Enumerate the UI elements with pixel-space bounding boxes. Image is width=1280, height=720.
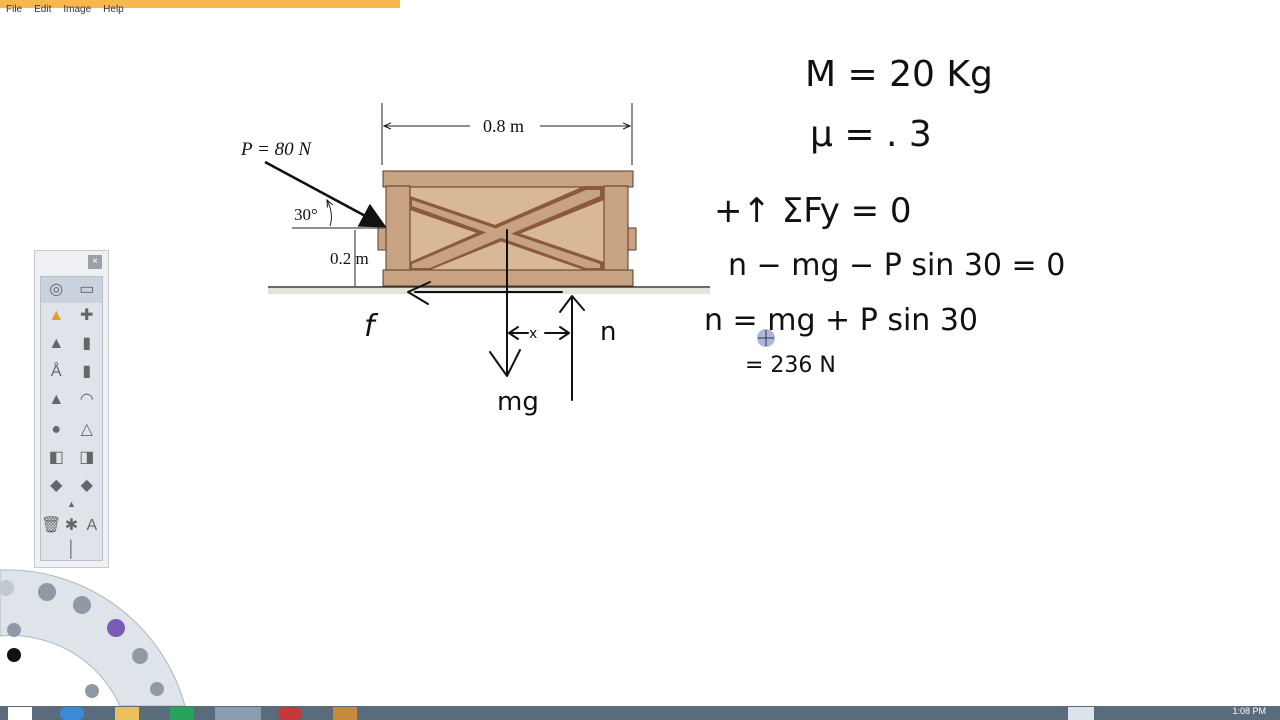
fill-shape-icon[interactable]: ◆ <box>76 475 98 497</box>
palette-row: ▲ <box>41 497 102 511</box>
system-clock[interactable]: 1:08 PM <box>1232 706 1266 716</box>
weight-arrow-head <box>489 349 521 377</box>
insert-icon[interactable]: ✱ <box>61 515 81 537</box>
menu-file[interactable]: File <box>6 4 22 18</box>
drop-icon[interactable]: ● <box>45 419 67 441</box>
eraser-area-icon[interactable]: ◨ <box>76 447 98 469</box>
trash-icon[interactable]: 🗑 <box>41 515 61 537</box>
palette-row: ● △ <box>41 417 102 443</box>
cone-icon[interactable]: △ <box>76 419 98 441</box>
pen-icon[interactable]: ▲ <box>45 333 67 355</box>
palette-row: │ <box>41 537 102 563</box>
friction-label: f <box>364 309 379 344</box>
radial-tool-menu[interactable] <box>0 569 186 706</box>
equation-2: n = mg + P sin 30 <box>704 303 978 338</box>
mu-equation: μ = . 3 <box>810 114 932 155</box>
menu-image[interactable]: Image <box>63 4 91 18</box>
radial-eraser-icon[interactable] <box>132 648 148 664</box>
menu-edit[interactable]: Edit <box>34 4 51 18</box>
force-p-arrow <box>264 160 387 228</box>
palette-row: ◎ ▭ <box>41 277 102 303</box>
app-title-bar: File Edit Image Help <box>0 0 1280 18</box>
menu-bar: File Edit Image Help <box>0 4 124 18</box>
taskbar: 1:08 PM <box>0 706 1280 720</box>
palette-row: ◧ ◨ <box>41 445 102 471</box>
marker-icon[interactable]: ▮ <box>76 333 98 355</box>
radial-settings-icon[interactable] <box>150 682 164 696</box>
radial-pen-tool-icon[interactable] <box>38 583 56 601</box>
browser-icon[interactable] <box>60 707 84 720</box>
pen-size-large-icon[interactable] <box>7 648 21 662</box>
width-label: 0.8 m <box>483 116 524 136</box>
fill-bucket-icon[interactable]: ◆ <box>45 475 67 497</box>
palette-row: 🗑 ✱ A <box>41 513 102 539</box>
lasso-icon[interactable]: ◎ <box>45 279 67 301</box>
force-label: P = 80 N <box>240 139 312 160</box>
smudge-icon[interactable]: ◠ <box>76 389 98 411</box>
crane-icon[interactable]: ✚ <box>76 305 98 327</box>
palette-row: Å ▮ <box>41 359 102 385</box>
palette-close-button[interactable]: × <box>88 255 102 269</box>
start-button-icon[interactable] <box>8 707 32 720</box>
recorder-app-icon[interactable] <box>215 707 261 720</box>
sum-fy-equation: +↑ ΣFy = 0 <box>714 191 912 231</box>
highlighter-icon[interactable]: ▲ <box>45 305 67 327</box>
mass-equation: M = 20 Kg <box>805 54 993 95</box>
screen-icon[interactable]: ▭ <box>76 279 98 301</box>
calligraphy-pen-icon[interactable]: Å <box>45 361 67 383</box>
equation-1: n − mg − P sin 30 = 0 <box>728 248 1065 283</box>
palette-row: ▲ ◠ <box>41 387 102 413</box>
equation-3: = 236 N <box>745 353 836 378</box>
normal-label: n <box>600 317 616 347</box>
keyboard-icon[interactable] <box>1068 707 1094 720</box>
text-tool-icon[interactable]: A <box>82 515 102 537</box>
image-app-icon[interactable] <box>333 707 357 720</box>
media-app-icon[interactable] <box>278 707 302 720</box>
weight-label: mg <box>497 387 539 417</box>
x-label: x <box>529 326 537 342</box>
divider-icon: │ <box>66 541 77 558</box>
pen-size-small-icon[interactable] <box>7 623 21 637</box>
angle-label: 30° <box>294 205 318 224</box>
radial-undo-icon[interactable] <box>85 684 99 698</box>
store-icon[interactable] <box>170 707 194 720</box>
palette-row: ▲ ▮ <box>41 331 102 357</box>
palette-row: ▲ ✚ <box>41 303 102 329</box>
color-wheel-icon[interactable] <box>107 619 125 637</box>
height-label: 0.2 m <box>330 249 369 268</box>
palette-row: ◆ ◆ <box>41 473 102 499</box>
drawing-canvas[interactable]: 0.8 m P = 80 N 30° 0.2 m f mg n x M = 20… <box>0 18 1280 706</box>
ink-tool-palette: × ◎ ▭ ▲ ✚ ▲ ▮ Å ▮ ▲ ◠ ● △ ◧ ◨ ◆ ◆ ▲ 🗑 ✱ … <box>34 250 109 568</box>
file-explorer-icon[interactable] <box>115 707 139 720</box>
menu-help[interactable]: Help <box>103 4 124 18</box>
canvas-svg: 0.8 m P = 80 N 30° 0.2 m f mg n x M = 20… <box>0 54 1065 706</box>
chisel-marker-icon[interactable]: ▮ <box>76 361 98 383</box>
radial-marker-tool-icon[interactable] <box>73 596 91 614</box>
tray-icons[interactable] <box>1120 707 1200 720</box>
fine-pen-icon[interactable]: ▲ <box>45 389 67 411</box>
chevron-up-icon[interactable]: ▲ <box>61 497 83 511</box>
eraser-stroke-icon[interactable]: ◧ <box>45 447 67 469</box>
palette-tool-grid: ◎ ▭ ▲ ✚ ▲ ▮ Å ▮ ▲ ◠ ● △ ◧ ◨ ◆ ◆ ▲ 🗑 ✱ A … <box>40 276 103 561</box>
angle-arc <box>327 200 331 227</box>
pen-cursor <box>757 329 775 347</box>
